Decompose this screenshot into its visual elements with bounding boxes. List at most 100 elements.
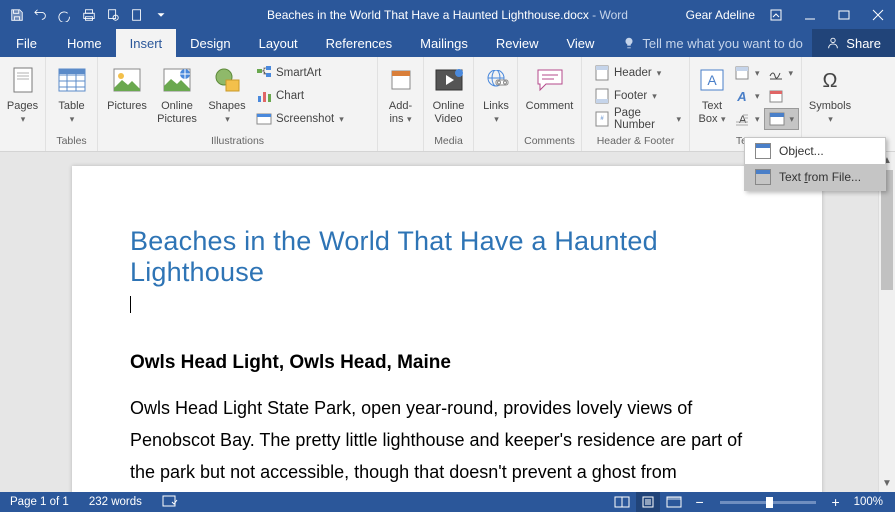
user-name[interactable]: Gear Adeline [686, 8, 755, 22]
screenshot-button[interactable]: Screenshot▾ [252, 108, 348, 130]
links-button[interactable]: Links▾ [478, 60, 514, 128]
heading-2[interactable]: Owls Head Light, Owls Head, Maine [130, 352, 764, 374]
page-icon [7, 64, 39, 96]
quick-print-button[interactable] [78, 4, 100, 26]
menu-item-text-from-file[interactable]: Text from File... [745, 164, 885, 190]
save-button[interactable] [6, 4, 28, 26]
page-number-button[interactable]: #Page Number▾ [590, 108, 685, 130]
svg-text:A: A [739, 114, 747, 126]
tab-view[interactable]: View [552, 29, 608, 57]
tell-me-search[interactable]: Tell me what you want to do [608, 29, 812, 57]
tab-home[interactable]: Home [53, 29, 116, 57]
status-bar: Page 1 of 1 232 words − + 100% [0, 492, 895, 512]
comment-icon [534, 64, 566, 96]
quick-access-toolbar [0, 4, 172, 26]
symbols-button[interactable]: Ω Symbols▾ [806, 60, 854, 128]
screenshot-icon [256, 111, 272, 127]
share-button[interactable]: Share [812, 29, 895, 57]
qat-customize-button[interactable] [150, 4, 172, 26]
minimize-button[interactable] [793, 0, 827, 29]
omega-icon: Ω [814, 64, 846, 96]
drop-cap-icon: A [734, 111, 750, 127]
tab-layout[interactable]: Layout [245, 29, 312, 57]
footer-icon [594, 88, 610, 104]
chart-button[interactable]: Chart [252, 85, 348, 107]
wordart-icon: A [734, 88, 750, 104]
tab-design[interactable]: Design [176, 29, 244, 57]
tab-file[interactable]: File [0, 29, 53, 57]
page[interactable]: Beaches in the World That Have a Haunted… [72, 166, 822, 492]
window-title: Beaches in the World That Have a Haunted… [267, 8, 628, 22]
document-title[interactable]: Beaches in the World That Have a Haunted… [130, 226, 764, 288]
shapes-button[interactable]: Shapes▾ [202, 60, 252, 128]
text-box-button[interactable]: A TextBox ▾ [694, 60, 730, 128]
wordart-button[interactable]: A▾ [730, 85, 764, 107]
zoom-slider[interactable] [720, 501, 816, 504]
picture-icon [111, 64, 143, 96]
tab-mailings[interactable]: Mailings [406, 29, 482, 57]
chart-icon [256, 88, 272, 104]
proofing-button[interactable] [152, 494, 188, 511]
link-icon [480, 64, 512, 96]
zoom-level[interactable]: 100% [850, 496, 887, 508]
document-area[interactable]: Beaches in the World That Have a Haunted… [0, 152, 895, 492]
text-cursor [130, 294, 764, 314]
vertical-scrollbar[interactable]: ▲ ▼ [878, 152, 895, 492]
object-icon [755, 143, 771, 159]
signature-icon [768, 65, 784, 81]
header-button[interactable]: Header▾ [590, 62, 685, 84]
text-file-icon [755, 169, 771, 185]
zoom-thumb[interactable] [766, 497, 773, 508]
date-icon [768, 88, 784, 104]
undo-button[interactable] [30, 4, 52, 26]
object-button[interactable]: ▾ [764, 108, 800, 130]
paragraph[interactable]: Owls Head Light State Park, open year-ro… [130, 392, 764, 492]
ribbon-tabs: File Home Insert Design Layout Reference… [0, 29, 895, 57]
object-dropdown-menu: Object... Text from File... [744, 137, 886, 191]
date-time-button[interactable] [764, 85, 800, 107]
shapes-icon [211, 64, 243, 96]
online-picture-icon [161, 64, 193, 96]
word-count[interactable]: 232 words [79, 496, 152, 508]
close-button[interactable] [861, 0, 895, 29]
footer-button[interactable]: Footer▾ [590, 85, 685, 107]
redo-button[interactable] [54, 4, 76, 26]
svg-text:A: A [707, 72, 717, 88]
new-document-button[interactable] [126, 4, 148, 26]
text-box-icon: A [696, 64, 728, 96]
tab-references[interactable]: References [312, 29, 406, 57]
zoom-in-button[interactable]: + [824, 492, 848, 512]
pictures-button[interactable]: Pictures [102, 60, 152, 115]
web-layout-button[interactable] [662, 492, 686, 512]
online-video-button[interactable]: OnlineVideo [428, 60, 469, 128]
scroll-down-button[interactable]: ▼ [879, 475, 895, 492]
tab-insert[interactable]: Insert [116, 29, 177, 57]
video-icon [433, 64, 465, 96]
addins-button[interactable]: Add-ins ▾ [382, 60, 419, 128]
smartart-icon [256, 65, 272, 81]
page-indicator[interactable]: Page 1 of 1 [0, 496, 79, 508]
menu-item-object[interactable]: Object... [745, 138, 885, 164]
comment-button[interactable]: Comment [522, 60, 577, 115]
svg-text:Ω: Ω [823, 70, 838, 92]
pages-button[interactable]: Pages▾ [4, 60, 41, 128]
online-pictures-button[interactable]: OnlinePictures [152, 60, 202, 128]
print-preview-button[interactable] [102, 4, 124, 26]
ribbon-options-button[interactable] [759, 0, 793, 29]
addins-icon [385, 64, 417, 96]
title-bar: Beaches in the World That Have a Haunted… [0, 0, 895, 29]
svg-text:A: A [736, 89, 746, 104]
read-mode-button[interactable] [610, 492, 634, 512]
tab-review[interactable]: Review [482, 29, 553, 57]
maximize-button[interactable] [827, 0, 861, 29]
zoom-out-button[interactable]: − [688, 492, 712, 512]
table-icon [56, 64, 88, 96]
quick-parts-icon [734, 65, 750, 81]
drop-cap-button[interactable]: A▾ [730, 108, 764, 130]
smartart-button[interactable]: SmartArt [252, 62, 348, 84]
print-layout-button[interactable] [636, 492, 660, 512]
quick-parts-button[interactable]: ▾ [730, 62, 764, 84]
header-icon [594, 65, 610, 81]
signature-line-button[interactable]: ▾ [764, 62, 800, 84]
table-button[interactable]: Table▾ [50, 60, 93, 128]
